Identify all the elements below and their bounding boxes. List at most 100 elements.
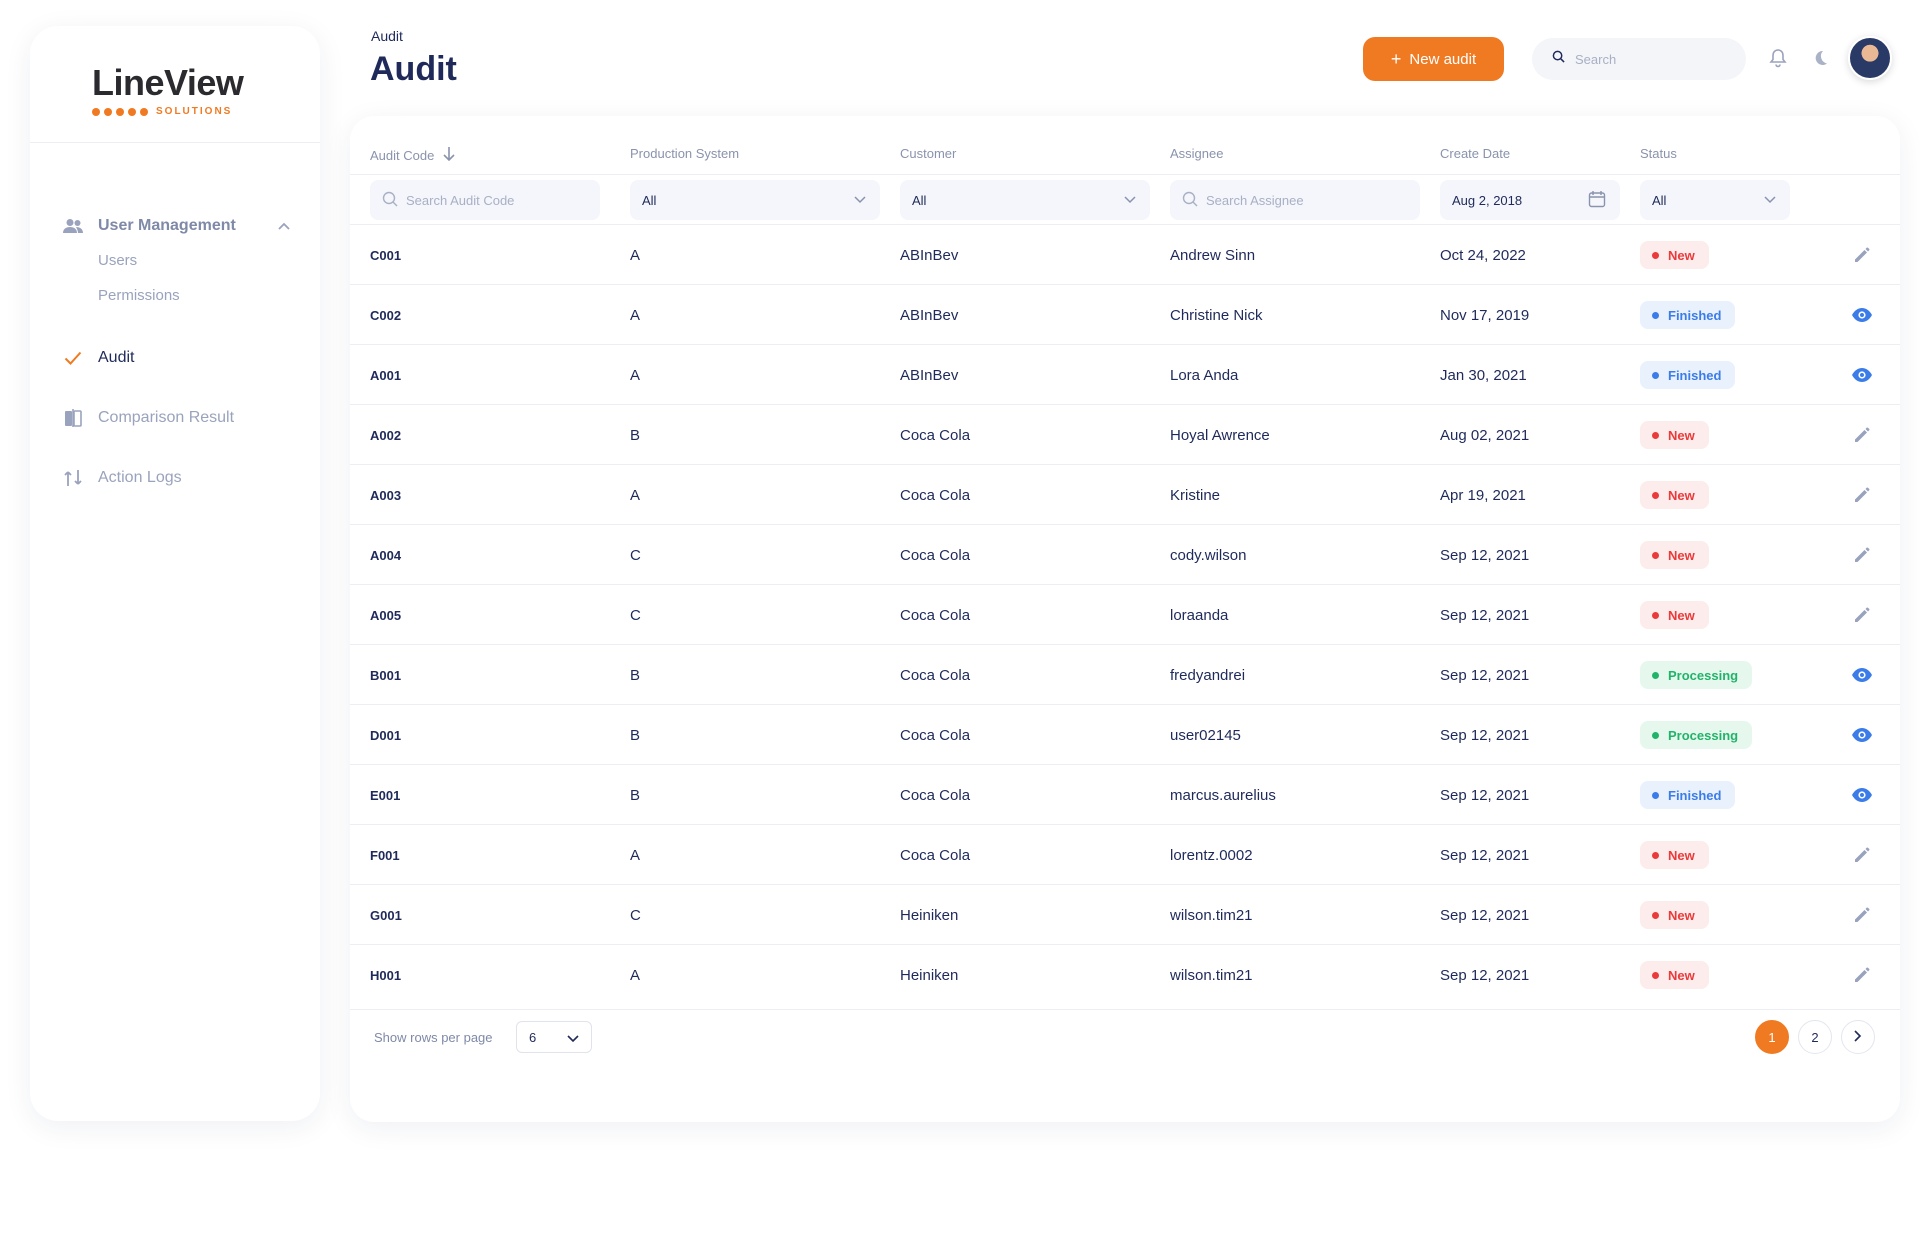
audit-code-search[interactable]: Search Audit Code (370, 180, 600, 220)
table-row[interactable]: E001 B Coca Cola marcus.aurelius Sep 12, 202… (350, 764, 1900, 824)
sort-arrow-down-icon[interactable] (442, 146, 456, 165)
table-row[interactable]: D001 B Coca Cola user02145 Sep 12, 2021 Proce… (350, 704, 1900, 764)
column-header-assignee[interactable]: Assignee (1170, 146, 1223, 161)
lineview-logo[interactable]: LineView SOLUTIONS (92, 62, 272, 132)
status-label: Finished (1668, 367, 1722, 383)
table-row[interactable]: A003 A Coca Cola Kristine Apr 19, 2021 New (350, 464, 1900, 524)
eye-icon[interactable] (1850, 723, 1874, 747)
cell-status: New (1640, 405, 1709, 465)
pencil-icon[interactable] (1850, 903, 1874, 927)
breadcrumb[interactable]: Audit (371, 28, 403, 44)
table-row[interactable]: F001 A Coca Cola lorentz.0002 Sep 12, 2021 Ne… (350, 824, 1900, 884)
sidebar-item-comparison-result[interactable]: Comparison Result (62, 403, 300, 433)
search-icon (1552, 50, 1565, 68)
cell-status: New (1640, 525, 1709, 585)
page-2-button[interactable]: 2 (1798, 1020, 1832, 1054)
calendar-icon[interactable] (1588, 190, 1606, 211)
cell-assignee: Hoyal Awrence (1170, 426, 1270, 444)
status-dot-icon (1652, 851, 1659, 859)
table-row[interactable]: A001 A ABInBev Lora Anda Jan 30, 2021 Finishe… (350, 344, 1900, 404)
pencil-icon[interactable] (1850, 963, 1874, 987)
sidebar-item-permissions[interactable]: Permissions (98, 287, 180, 304)
pencil-icon[interactable] (1850, 483, 1874, 507)
rows-per-page-select[interactable]: 6 (516, 1021, 592, 1053)
cell-audit-code: G001 (370, 907, 402, 923)
cell-audit-code: B001 (370, 667, 402, 683)
cell-create-date: Sep 12, 2021 (1440, 606, 1530, 624)
pencil-icon[interactable] (1850, 543, 1874, 567)
chevron-right-icon (1854, 1029, 1862, 1045)
new-audit-button[interactable]: + New audit (1363, 37, 1504, 81)
customer-select[interactable]: All (900, 180, 1150, 220)
column-header-audit-code[interactable]: Audit Code (370, 146, 456, 165)
table-row[interactable]: A002 B Coca Cola Hoyal Awrence Aug 02, 2021 N… (350, 404, 1900, 464)
logo-subline: SOLUTIONS (92, 106, 272, 117)
cell-create-date: Apr 19, 2021 (1440, 486, 1526, 504)
status-dot-icon (1652, 551, 1659, 559)
cell-assignee: marcus.aurelius (1170, 786, 1276, 804)
sidebar-item-audit[interactable]: Audit (62, 343, 300, 373)
bell-icon[interactable] (1766, 46, 1790, 70)
cell-customer: Coca Cola (900, 846, 971, 864)
logo-wordmark: LineView (92, 62, 244, 103)
pencil-icon[interactable] (1850, 243, 1874, 267)
moon-icon[interactable] (1808, 46, 1832, 70)
status-badge: New (1640, 241, 1709, 269)
column-header-customer[interactable]: Customer (900, 146, 956, 161)
select-value: All (912, 192, 927, 208)
cell-customer: Coca Cola (900, 726, 971, 744)
assignee-search-placeholder: Search Assignee (1206, 192, 1304, 208)
table-row[interactable]: H001 A Heiniken wilson.tim21 Sep 12, 2021 New (350, 944, 1900, 1004)
sidebar-item-user-management[interactable]: User Management (62, 211, 300, 241)
eye-icon[interactable] (1850, 663, 1874, 687)
status-label: Processing (1668, 727, 1739, 743)
next-page-button[interactable] (1841, 1020, 1875, 1054)
cell-status: New (1640, 585, 1709, 645)
sidebar-item-action-logs[interactable]: Action Logs (62, 463, 300, 493)
chevron-down-icon (567, 1031, 579, 1046)
table-row[interactable]: C001 A ABInBev Andrew Sinn Oct 24, 2022 New (350, 224, 1900, 284)
chevron-up-icon[interactable] (278, 217, 290, 235)
cell-assignee: Andrew Sinn (1170, 246, 1256, 264)
status-badge: Processing (1640, 661, 1753, 689)
global-search-input[interactable] (1575, 51, 1725, 67)
pencil-icon[interactable] (1850, 603, 1874, 627)
table-row[interactable]: A004 C Coca Cola cody.wilson Sep 12, 2021 New (350, 524, 1900, 584)
column-header-production-system[interactable]: Production System (630, 146, 739, 161)
column-header-status[interactable]: Status (1640, 146, 1677, 161)
create-date-picker[interactable]: Aug 2, 2018 (1440, 180, 1620, 220)
page-1-button[interactable]: 1 (1755, 1020, 1789, 1054)
table-row[interactable]: G001 C Heiniken wilson.tim21 Sep 12, 2021 New (350, 884, 1900, 944)
global-search[interactable] (1532, 38, 1746, 80)
status-select[interactable]: All (1640, 180, 1790, 220)
status-label: New (1668, 847, 1695, 863)
search-icon (382, 191, 398, 210)
cell-customer: ABInBev (900, 366, 959, 384)
eye-icon[interactable] (1850, 783, 1874, 807)
assignee-search[interactable]: Search Assignee (1170, 180, 1420, 220)
cell-audit-code: A005 (370, 607, 402, 623)
users-icon (62, 215, 84, 237)
header-divider (350, 174, 1900, 175)
new-audit-label: New audit (1409, 50, 1477, 68)
cell-create-date: Jan 30, 2021 (1440, 366, 1527, 384)
table-row[interactable]: A005 C Coca Cola loraanda Sep 12, 2021 New (350, 584, 1900, 644)
status-label: Finished (1668, 307, 1722, 323)
pencil-icon[interactable] (1850, 423, 1874, 447)
production-system-select[interactable]: All (630, 180, 880, 220)
eye-icon[interactable] (1850, 363, 1874, 387)
eye-icon[interactable] (1850, 303, 1874, 327)
logo-dots (92, 107, 148, 116)
table-row[interactable]: B001 B Coca Cola fredyandrei Sep 12, 2021 Pro… (350, 644, 1900, 704)
search-icon (1182, 191, 1198, 210)
status-badge: New (1640, 541, 1709, 569)
cell-audit-code: A001 (370, 367, 402, 383)
status-label: New (1668, 427, 1695, 443)
column-header-create-date[interactable]: Create Date (1440, 146, 1510, 161)
avatar[interactable] (1848, 36, 1892, 80)
table-row[interactable]: C002 A ABInBev Christine Nick Nov 17, 2019 Fi… (350, 284, 1900, 344)
sidebar-item-users[interactable]: Users (98, 252, 137, 269)
status-badge: Finished (1640, 361, 1736, 389)
pencil-icon[interactable] (1850, 843, 1874, 867)
cell-status: New (1640, 945, 1709, 1005)
